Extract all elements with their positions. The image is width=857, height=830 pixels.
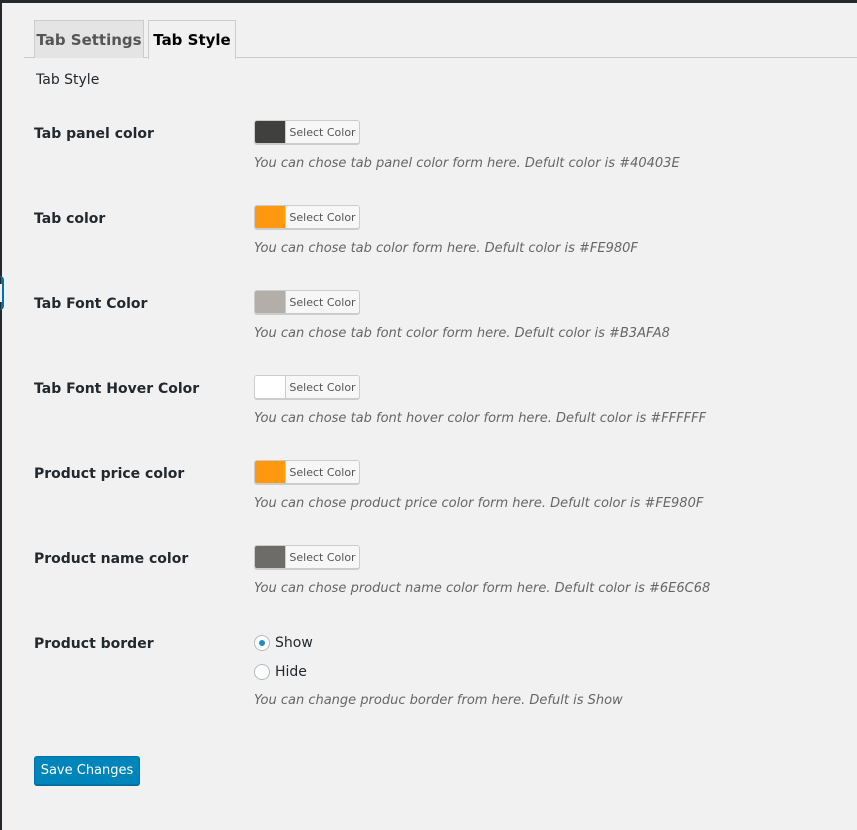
radio-hide-label: Hide bbox=[275, 664, 307, 680]
select-color-button[interactable]: Select Color bbox=[286, 376, 359, 398]
product-price-color-picker[interactable]: Select Color bbox=[254, 460, 360, 484]
select-color-button[interactable]: Select Color bbox=[286, 291, 359, 313]
save-changes-button[interactable]: Save Changes bbox=[34, 756, 140, 785]
tab-font-hover-color-picker[interactable]: Select Color bbox=[254, 375, 360, 399]
select-color-button[interactable]: Select Color bbox=[286, 546, 359, 568]
color-swatch[interactable] bbox=[255, 376, 286, 398]
radio-show[interactable] bbox=[254, 635, 270, 651]
color-swatch[interactable] bbox=[255, 206, 286, 228]
tab-font-color-description: You can chose tab font color form here. … bbox=[254, 326, 670, 341]
color-swatch[interactable] bbox=[255, 461, 286, 483]
select-color-button[interactable]: Select Color bbox=[286, 461, 359, 483]
tab-font-hover-color-description: You can chose tab font hover color form … bbox=[254, 411, 707, 426]
color-swatch[interactable] bbox=[255, 291, 286, 313]
color-swatch[interactable] bbox=[255, 546, 286, 568]
tab-panel-color-picker[interactable]: Select Color bbox=[254, 120, 360, 144]
product-border-description: You can change produc border from here. … bbox=[254, 693, 623, 708]
admin-top-bar bbox=[0, 0, 857, 3]
color-swatch[interactable] bbox=[255, 121, 286, 143]
tab-font-color-picker[interactable]: Select Color bbox=[254, 290, 360, 314]
tab-font-hover-color-label: Tab Font Hover Color bbox=[34, 381, 200, 397]
radio-hide[interactable] bbox=[254, 664, 270, 680]
tab-color-description: You can chose tab color form here. Deful… bbox=[254, 241, 638, 256]
tab-panel-color-description: You can chose tab panel color form here.… bbox=[254, 156, 680, 171]
tab-settings[interactable]: Tab Settings bbox=[34, 20, 144, 58]
product-price-color-description: You can chose product price color form h… bbox=[254, 496, 704, 511]
radio-show-label: Show bbox=[275, 635, 313, 651]
tab-panel-color-label: Tab panel color bbox=[34, 126, 154, 142]
border-option-show[interactable]: Show bbox=[254, 635, 313, 651]
tab-color-label: Tab color bbox=[34, 211, 106, 227]
product-name-color-picker[interactable]: Select Color bbox=[254, 545, 360, 569]
select-color-button[interactable]: Select Color bbox=[286, 121, 359, 143]
tab-font-color-label: Tab Font Color bbox=[34, 296, 148, 312]
select-color-button[interactable]: Select Color bbox=[286, 206, 359, 228]
section-title: Tab Style bbox=[36, 72, 100, 88]
admin-sidebar-edge bbox=[0, 0, 2, 830]
product-name-color-description: You can chose product name color form he… bbox=[254, 581, 711, 596]
product-price-color-label: Product price color bbox=[34, 466, 185, 482]
tab-bar: Tab Settings Tab Style bbox=[24, 20, 857, 59]
radio-checked-dot bbox=[259, 640, 265, 646]
product-border-label: Product border bbox=[34, 636, 154, 652]
tab-color-picker[interactable]: Select Color bbox=[254, 205, 360, 229]
tab-style[interactable]: Tab Style bbox=[148, 20, 236, 59]
border-option-hide[interactable]: Hide bbox=[254, 664, 307, 680]
product-name-color-label: Product name color bbox=[34, 551, 189, 567]
